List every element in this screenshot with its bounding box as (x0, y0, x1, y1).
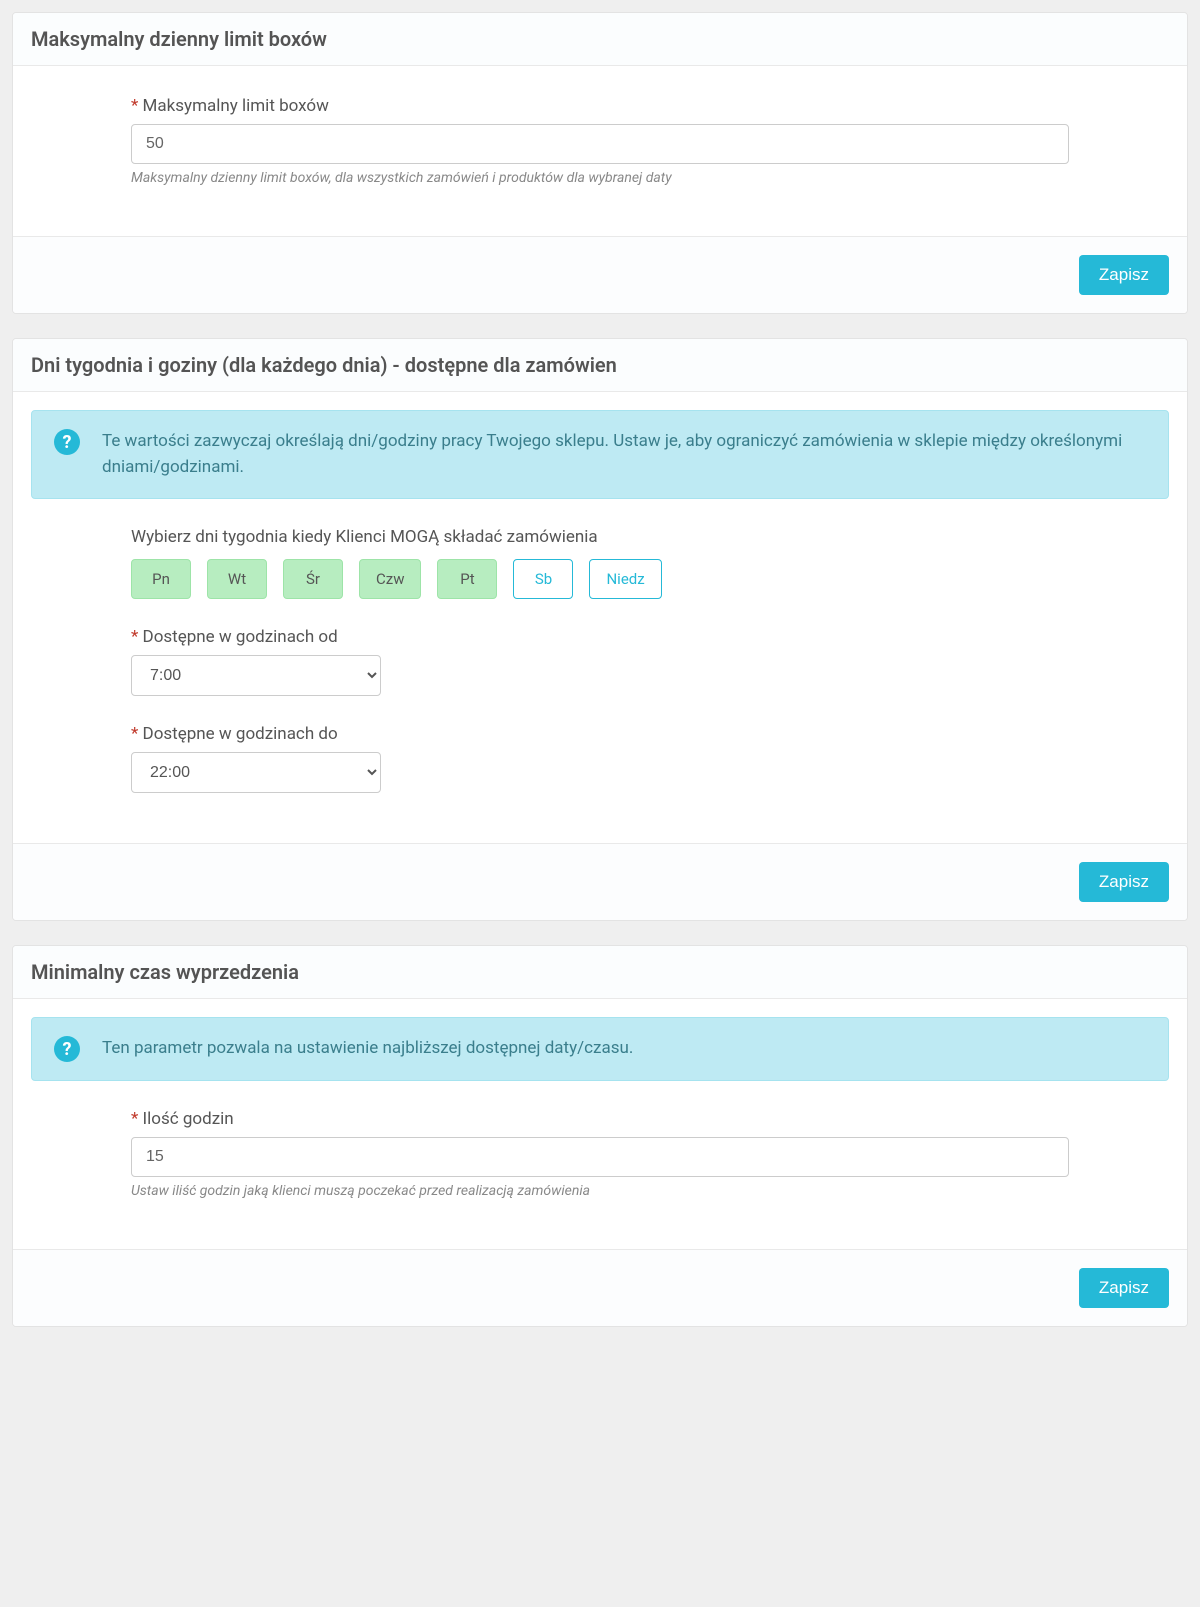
hours-count-label: * Ilość godzin (131, 1109, 1069, 1129)
question-icon: ? (54, 429, 80, 455)
panel-title: Dni tygodnia i goziny (dla każdego dnia)… (31, 353, 1169, 377)
label-text: Ilość godzin (143, 1109, 234, 1129)
save-button[interactable]: Zapisz (1079, 1268, 1169, 1308)
required-star: * (131, 96, 138, 116)
panel-footer: Zapisz (13, 1249, 1187, 1326)
panel-title: Minimalny czas wyprzedzenia (31, 960, 1169, 984)
hours-count-input[interactable] (131, 1137, 1069, 1177)
required-star: * (131, 1109, 138, 1129)
day-button-pn[interactable]: Pn (131, 559, 191, 599)
save-button[interactable]: Zapisz (1079, 862, 1169, 902)
form-row-max-limit: * Maksymalny limit boxów Maksymalny dzie… (131, 96, 1069, 186)
day-button-niedz[interactable]: Niedz (589, 559, 661, 599)
hours-from-select[interactable]: 7:00 (131, 655, 381, 696)
panel-lead-time: Minimalny czas wyprzedzenia ? Ten parame… (12, 945, 1188, 1327)
label-text: Dostępne w godzinach od (143, 627, 338, 647)
panel-header: Maksymalny dzienny limit boxów (13, 13, 1187, 66)
hours-count-help: Ustaw iliść godzin jaką klienci muszą po… (131, 1183, 1069, 1199)
days-instruction: Wybierz dni tygodnia kiedy Klienci MOGĄ … (131, 527, 1069, 547)
max-limit-label: * Maksymalny limit boxów (131, 96, 1069, 116)
panel-body: * Ilość godzin Ustaw iliść godzin jaką k… (13, 1099, 1187, 1249)
panel-title: Maksymalny dzienny limit boxów (31, 27, 1169, 51)
panel-box-limit: Maksymalny dzienny limit boxów * Maksyma… (12, 12, 1188, 314)
max-limit-input[interactable] (131, 124, 1069, 164)
info-text: Ten parametr pozwala na ustawienie najbl… (102, 1038, 633, 1058)
panel-days-hours: Dni tygodnia i goziny (dla każdego dnia)… (12, 338, 1188, 921)
required-star: * (131, 724, 138, 744)
hours-to-label: * Dostępne w godzinach do (131, 724, 1069, 744)
info-text: Te wartości zazwyczaj określają dni/godz… (102, 431, 1122, 477)
day-button-czw[interactable]: Czw (359, 559, 421, 599)
panel-body: Wybierz dni tygodnia kiedy Klienci MOGĄ … (13, 517, 1187, 843)
panel-header: Minimalny czas wyprzedzenia (13, 946, 1187, 999)
label-text: Maksymalny limit boxów (143, 96, 329, 116)
hours-to-select[interactable]: 22:00 (131, 752, 381, 793)
panel-header: Dni tygodnia i goziny (dla każdego dnia)… (13, 339, 1187, 392)
label-text: Dostępne w godzinach do (143, 724, 338, 744)
hours-from-label: * Dostępne w godzinach od (131, 627, 1069, 647)
form-row-hours-from: * Dostępne w godzinach od 7:00 (131, 627, 1069, 696)
day-button-pt[interactable]: Pt (437, 559, 497, 599)
info-alert: ? Te wartości zazwyczaj określają dni/go… (31, 410, 1169, 499)
required-star: * (131, 627, 138, 647)
day-buttons-row: Pn Wt Śr Czw Pt Sb Niedz (131, 559, 1069, 599)
question-icon: ? (54, 1036, 80, 1062)
max-limit-help: Maksymalny dzienny limit boxów, dla wszy… (131, 170, 1069, 186)
info-alert: ? Ten parametr pozwala na ustawienie naj… (31, 1017, 1169, 1081)
panel-footer: Zapisz (13, 843, 1187, 920)
form-row-hours-count: * Ilość godzin Ustaw iliść godzin jaką k… (131, 1109, 1069, 1199)
save-button[interactable]: Zapisz (1079, 255, 1169, 295)
form-row-days: Wybierz dni tygodnia kiedy Klienci MOGĄ … (131, 527, 1069, 599)
day-button-śr[interactable]: Śr (283, 559, 343, 599)
day-button-sb[interactable]: Sb (513, 559, 573, 599)
form-row-hours-to: * Dostępne w godzinach do 22:00 (131, 724, 1069, 793)
panel-body: * Maksymalny limit boxów Maksymalny dzie… (13, 66, 1187, 236)
day-button-wt[interactable]: Wt (207, 559, 267, 599)
panel-footer: Zapisz (13, 236, 1187, 313)
